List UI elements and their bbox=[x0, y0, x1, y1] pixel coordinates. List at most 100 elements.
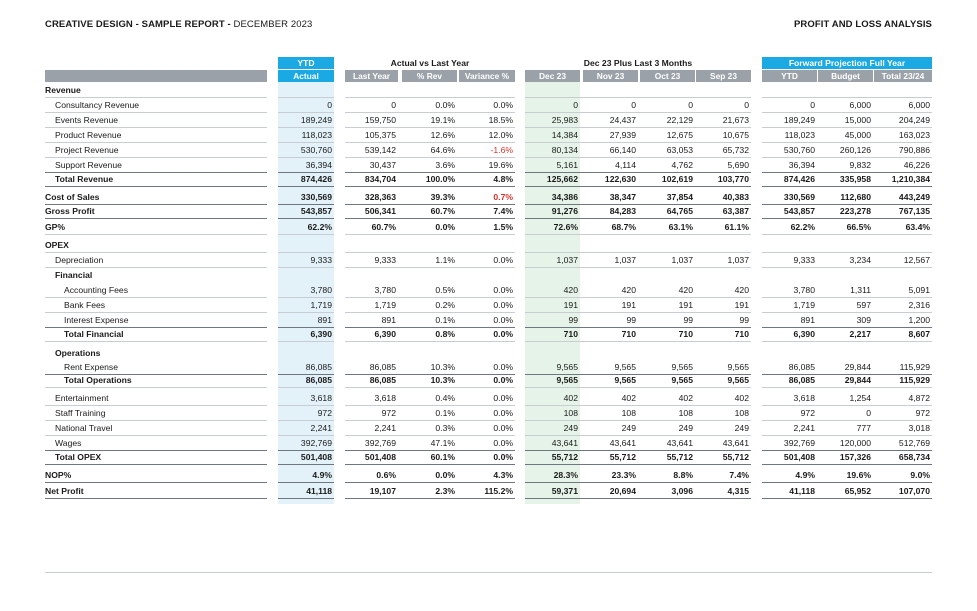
cell-nov-23: 249 bbox=[621, 423, 636, 433]
row-divider bbox=[525, 450, 751, 451]
cell-last-year: 9,333 bbox=[374, 255, 396, 265]
cell-total-23-24: 5,091 bbox=[908, 285, 930, 295]
row-divider bbox=[525, 498, 751, 499]
cell-pct-rev: 1.1% bbox=[435, 255, 455, 265]
cell-ytd: 874,426 bbox=[783, 174, 815, 184]
cell-pct-rev: 0.0% bbox=[435, 470, 455, 480]
cell-variance: 1.5% bbox=[493, 222, 513, 232]
cell-budget: 65,952 bbox=[844, 486, 871, 496]
row-divider bbox=[762, 312, 932, 313]
cell-actual: 118,023 bbox=[301, 130, 332, 140]
cell-budget: 157,326 bbox=[839, 452, 871, 462]
sub-header-total-23-24: Total 23/24 bbox=[874, 70, 932, 82]
row-label: Net Profit bbox=[45, 486, 84, 496]
row-divider bbox=[525, 218, 751, 219]
row-divider bbox=[278, 172, 334, 173]
cell-budget: 1,311 bbox=[850, 285, 871, 295]
row-divider bbox=[525, 172, 751, 173]
cell-variance: 4.3% bbox=[493, 470, 513, 480]
row-divider bbox=[345, 482, 515, 483]
cell-variance: 0.0% bbox=[493, 255, 513, 265]
sub-header-pct-rev: % Rev bbox=[402, 70, 457, 82]
group-header-forward: Forward Projection Full Year bbox=[762, 57, 932, 69]
cell-last-year: 539,142 bbox=[364, 145, 396, 155]
row-divider bbox=[762, 218, 932, 219]
cell-total-23-24: 12,567 bbox=[903, 255, 930, 265]
cell-budget: 309 bbox=[856, 315, 871, 325]
cell-pct-rev: 0.0% bbox=[435, 222, 455, 232]
sub-header-nov-23: Nov 23 bbox=[583, 70, 638, 82]
cell-budget: 2,217 bbox=[849, 329, 871, 339]
cell-total-23-24: 63.4% bbox=[905, 222, 930, 232]
row-divider bbox=[345, 341, 515, 342]
cell-sep-23: 9,565 bbox=[727, 362, 749, 372]
cell-variance: 0.0% bbox=[493, 300, 513, 310]
sub-header-sep-23: Sep 23 bbox=[696, 70, 751, 82]
row-divider bbox=[762, 204, 932, 205]
row-divider bbox=[345, 312, 515, 313]
cell-variance: 0.0% bbox=[493, 375, 513, 385]
row-divider bbox=[345, 327, 515, 328]
row-divider bbox=[45, 435, 267, 436]
row-divider bbox=[278, 127, 334, 128]
row-divider bbox=[278, 341, 334, 342]
cell-ytd: 3,780 bbox=[793, 285, 815, 295]
cell-actual: 0 bbox=[327, 100, 332, 110]
cell-dec-23: 55,712 bbox=[551, 452, 578, 462]
pl-report: CREATIVE DESIGN - SAMPLE REPORT - DECEMB… bbox=[0, 0, 977, 611]
cell-last-year: 86,085 bbox=[369, 375, 396, 385]
row-divider bbox=[45, 312, 267, 313]
row-divider bbox=[525, 234, 751, 235]
row-divider bbox=[762, 405, 932, 406]
cell-oct-23: 108 bbox=[678, 408, 693, 418]
cell-actual: 86,085 bbox=[305, 375, 332, 385]
cell-ytd: 4.9% bbox=[795, 470, 815, 480]
cell-sep-23: 4,315 bbox=[727, 486, 749, 496]
sub-header-variance: Variance % bbox=[459, 70, 515, 82]
row-divider bbox=[345, 112, 515, 113]
row-divider bbox=[525, 387, 751, 388]
cell-nov-23: 27,939 bbox=[609, 130, 636, 140]
row-divider bbox=[278, 450, 334, 451]
row-label: Interest Expense bbox=[64, 315, 129, 325]
cell-oct-23: 63.1% bbox=[668, 222, 693, 232]
row-divider bbox=[45, 97, 267, 98]
cell-oct-23: 1,037 bbox=[671, 255, 693, 265]
cell-ytd: 62.2% bbox=[790, 222, 815, 232]
cell-dec-23: 91,276 bbox=[551, 206, 578, 216]
cell-last-year: 0 bbox=[391, 100, 396, 110]
cell-last-year: 159,750 bbox=[364, 115, 396, 125]
cell-budget: 223,278 bbox=[839, 206, 871, 216]
cell-ytd: 2,241 bbox=[793, 423, 815, 433]
cell-actual: 543,857 bbox=[300, 206, 332, 216]
cell-nov-23: 9,565 bbox=[614, 362, 636, 372]
cell-oct-23: 64,765 bbox=[666, 206, 693, 216]
cell-variance: 0.7% bbox=[493, 192, 513, 202]
row-label: Consultancy Revenue bbox=[55, 100, 140, 110]
cell-dec-23: 34,386 bbox=[551, 192, 578, 202]
cell-dec-23: 72.6% bbox=[553, 222, 578, 232]
row-divider bbox=[45, 387, 267, 388]
row-divider bbox=[278, 482, 334, 483]
row-divider bbox=[45, 252, 267, 253]
cell-sep-23: 0 bbox=[744, 100, 749, 110]
cell-total-23-24: 46,226 bbox=[903, 160, 930, 170]
cell-pct-rev: 39.3% bbox=[430, 192, 455, 202]
cell-sep-23: 1,037 bbox=[727, 255, 749, 265]
row-divider bbox=[525, 142, 751, 143]
cell-ytd: 501,408 bbox=[783, 452, 815, 462]
row-label: Total Operations bbox=[64, 375, 132, 385]
sub-header-oct-23: Oct 23 bbox=[640, 70, 695, 82]
cell-pct-rev: 60.7% bbox=[430, 206, 455, 216]
row-divider bbox=[345, 157, 515, 158]
row-divider bbox=[278, 297, 334, 298]
row-label: Staff Training bbox=[55, 408, 106, 418]
cell-actual: 6,390 bbox=[310, 329, 332, 339]
cell-variance: 0.0% bbox=[493, 285, 513, 295]
cell-budget: 0 bbox=[866, 408, 871, 418]
cell-sep-23: 61.1% bbox=[724, 222, 749, 232]
cell-dec-23: 0 bbox=[573, 100, 578, 110]
cell-sep-23: 43,641 bbox=[722, 438, 749, 448]
row-divider bbox=[345, 234, 515, 235]
row-divider bbox=[45, 267, 267, 268]
